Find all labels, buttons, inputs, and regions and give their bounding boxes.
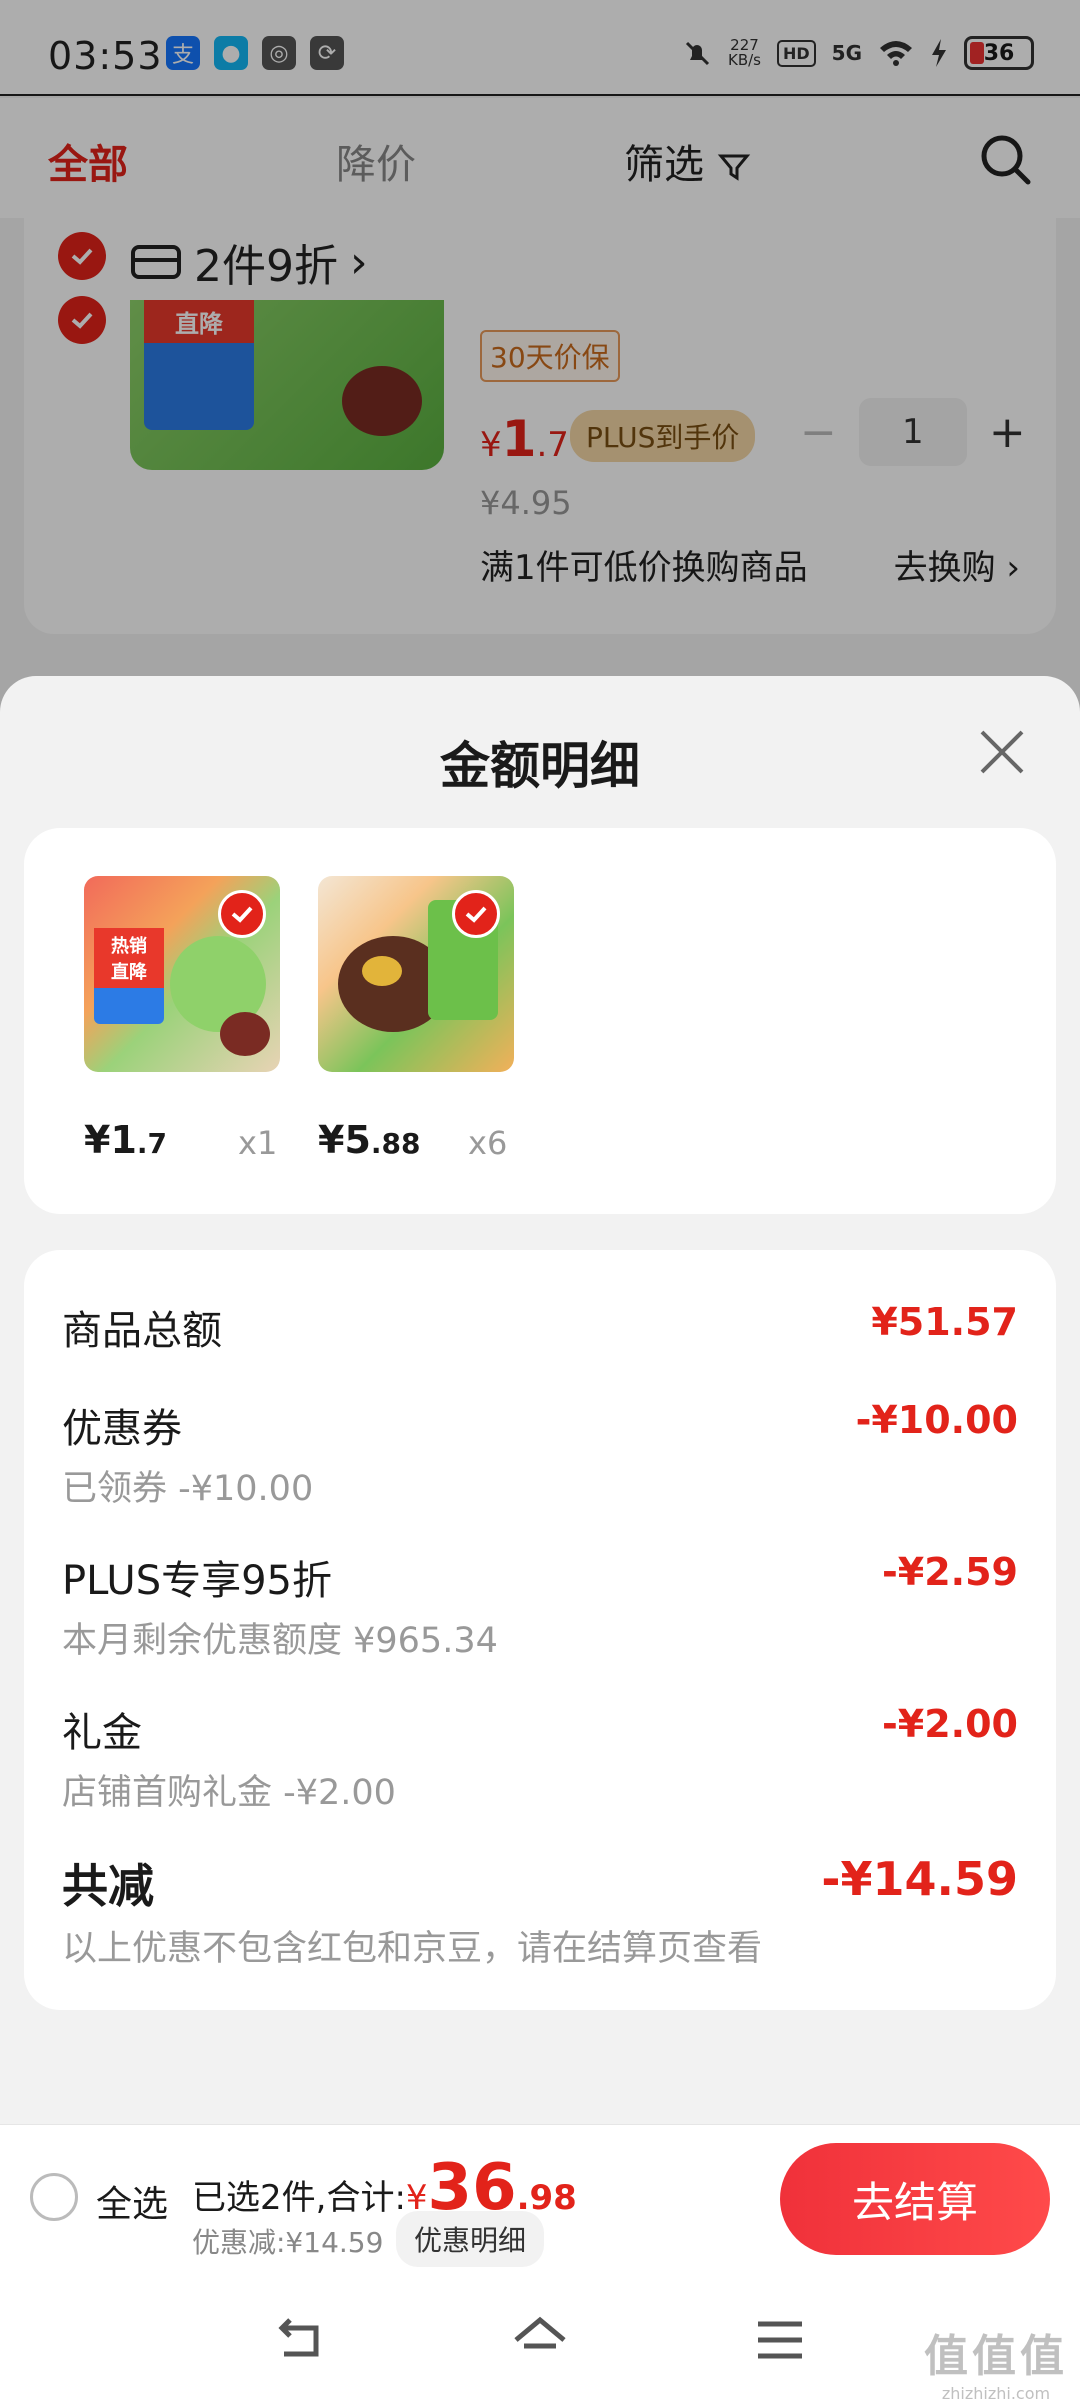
plus-sub: 本月剩余优惠额度 ¥965.34: [62, 1621, 498, 1661]
checkout-button[interactable]: 去结算: [780, 2143, 1050, 2255]
goods-price-int: ¥1: [84, 1118, 137, 1162]
goods-price: ¥5.88: [318, 1118, 421, 1162]
checkout-bar: 全选 已选2件,合计:¥36.98 优惠减:¥14.59 优惠明细 去结算: [0, 2124, 1080, 2272]
discount-text: 优惠减:¥14.59: [192, 2226, 384, 2259]
watermark: 值值值 zhizhizhi.com: [924, 2320, 1068, 2400]
watermark-sub: zhizhizhi.com: [941, 2384, 1051, 2400]
watermark-main: 值值值: [924, 2331, 1068, 2382]
menu-icon[interactable]: [750, 2310, 810, 2370]
goods-qty: x1: [238, 1124, 278, 1162]
gift-label: 礼金: [62, 1710, 142, 1756]
goods-check-icon: [218, 890, 266, 938]
goods-price-dec: .88: [370, 1127, 421, 1160]
select-all-label[interactable]: 全选: [96, 2175, 168, 2227]
sum-sub: 以上优惠不包含红包和京豆，请在结算页查看: [62, 1929, 763, 1969]
coupon-value: -¥10.00: [855, 1398, 1018, 1442]
gift-value: -¥2.00: [882, 1702, 1018, 1746]
discount-detail-button[interactable]: 优惠明细: [396, 2211, 545, 2267]
plus-value: -¥2.59: [882, 1550, 1018, 1594]
sum-value: -¥14.59: [821, 1852, 1018, 1906]
total-label: 商品总额: [62, 1308, 222, 1354]
coupon-sub: 已领券 -¥10.00: [62, 1469, 314, 1509]
back-icon[interactable]: [270, 2310, 330, 2370]
home-icon[interactable]: [510, 2310, 570, 2370]
goods-list: 热销 直降 ¥1.7 x1 ¥5.88 x6: [24, 828, 1056, 1214]
goods-price: ¥1.7: [84, 1118, 167, 1162]
sheet-title: 金额明细: [440, 737, 640, 795]
goods-qty: x6: [468, 1124, 508, 1162]
close-icon[interactable]: [974, 724, 1030, 780]
goods-thumb[interactable]: [318, 876, 514, 1072]
goods-thumb[interactable]: 热销 直降: [84, 876, 280, 1072]
coupon-label: 优惠券: [62, 1406, 182, 1452]
plus-label: PLUS专享95折: [62, 1558, 332, 1604]
sum-label: 共减: [62, 1859, 154, 1913]
goods-check-icon: [452, 890, 500, 938]
system-nav-bar: [0, 2272, 1080, 2400]
goods-price-dec: .7: [136, 1127, 168, 1160]
selected-count-text: 已选2件,合计:: [192, 2178, 406, 2218]
goods-price-int: ¥5: [318, 1118, 371, 1162]
select-all-radio[interactable]: [30, 2173, 78, 2221]
total-value: ¥51.57: [871, 1300, 1018, 1344]
gift-sub: 店铺首购礼金 -¥2.00: [62, 1773, 396, 1813]
discount-detail-card: 商品总额 ¥51.57 优惠券 已领券 -¥10.00 -¥10.00 PLUS…: [24, 1250, 1056, 2010]
